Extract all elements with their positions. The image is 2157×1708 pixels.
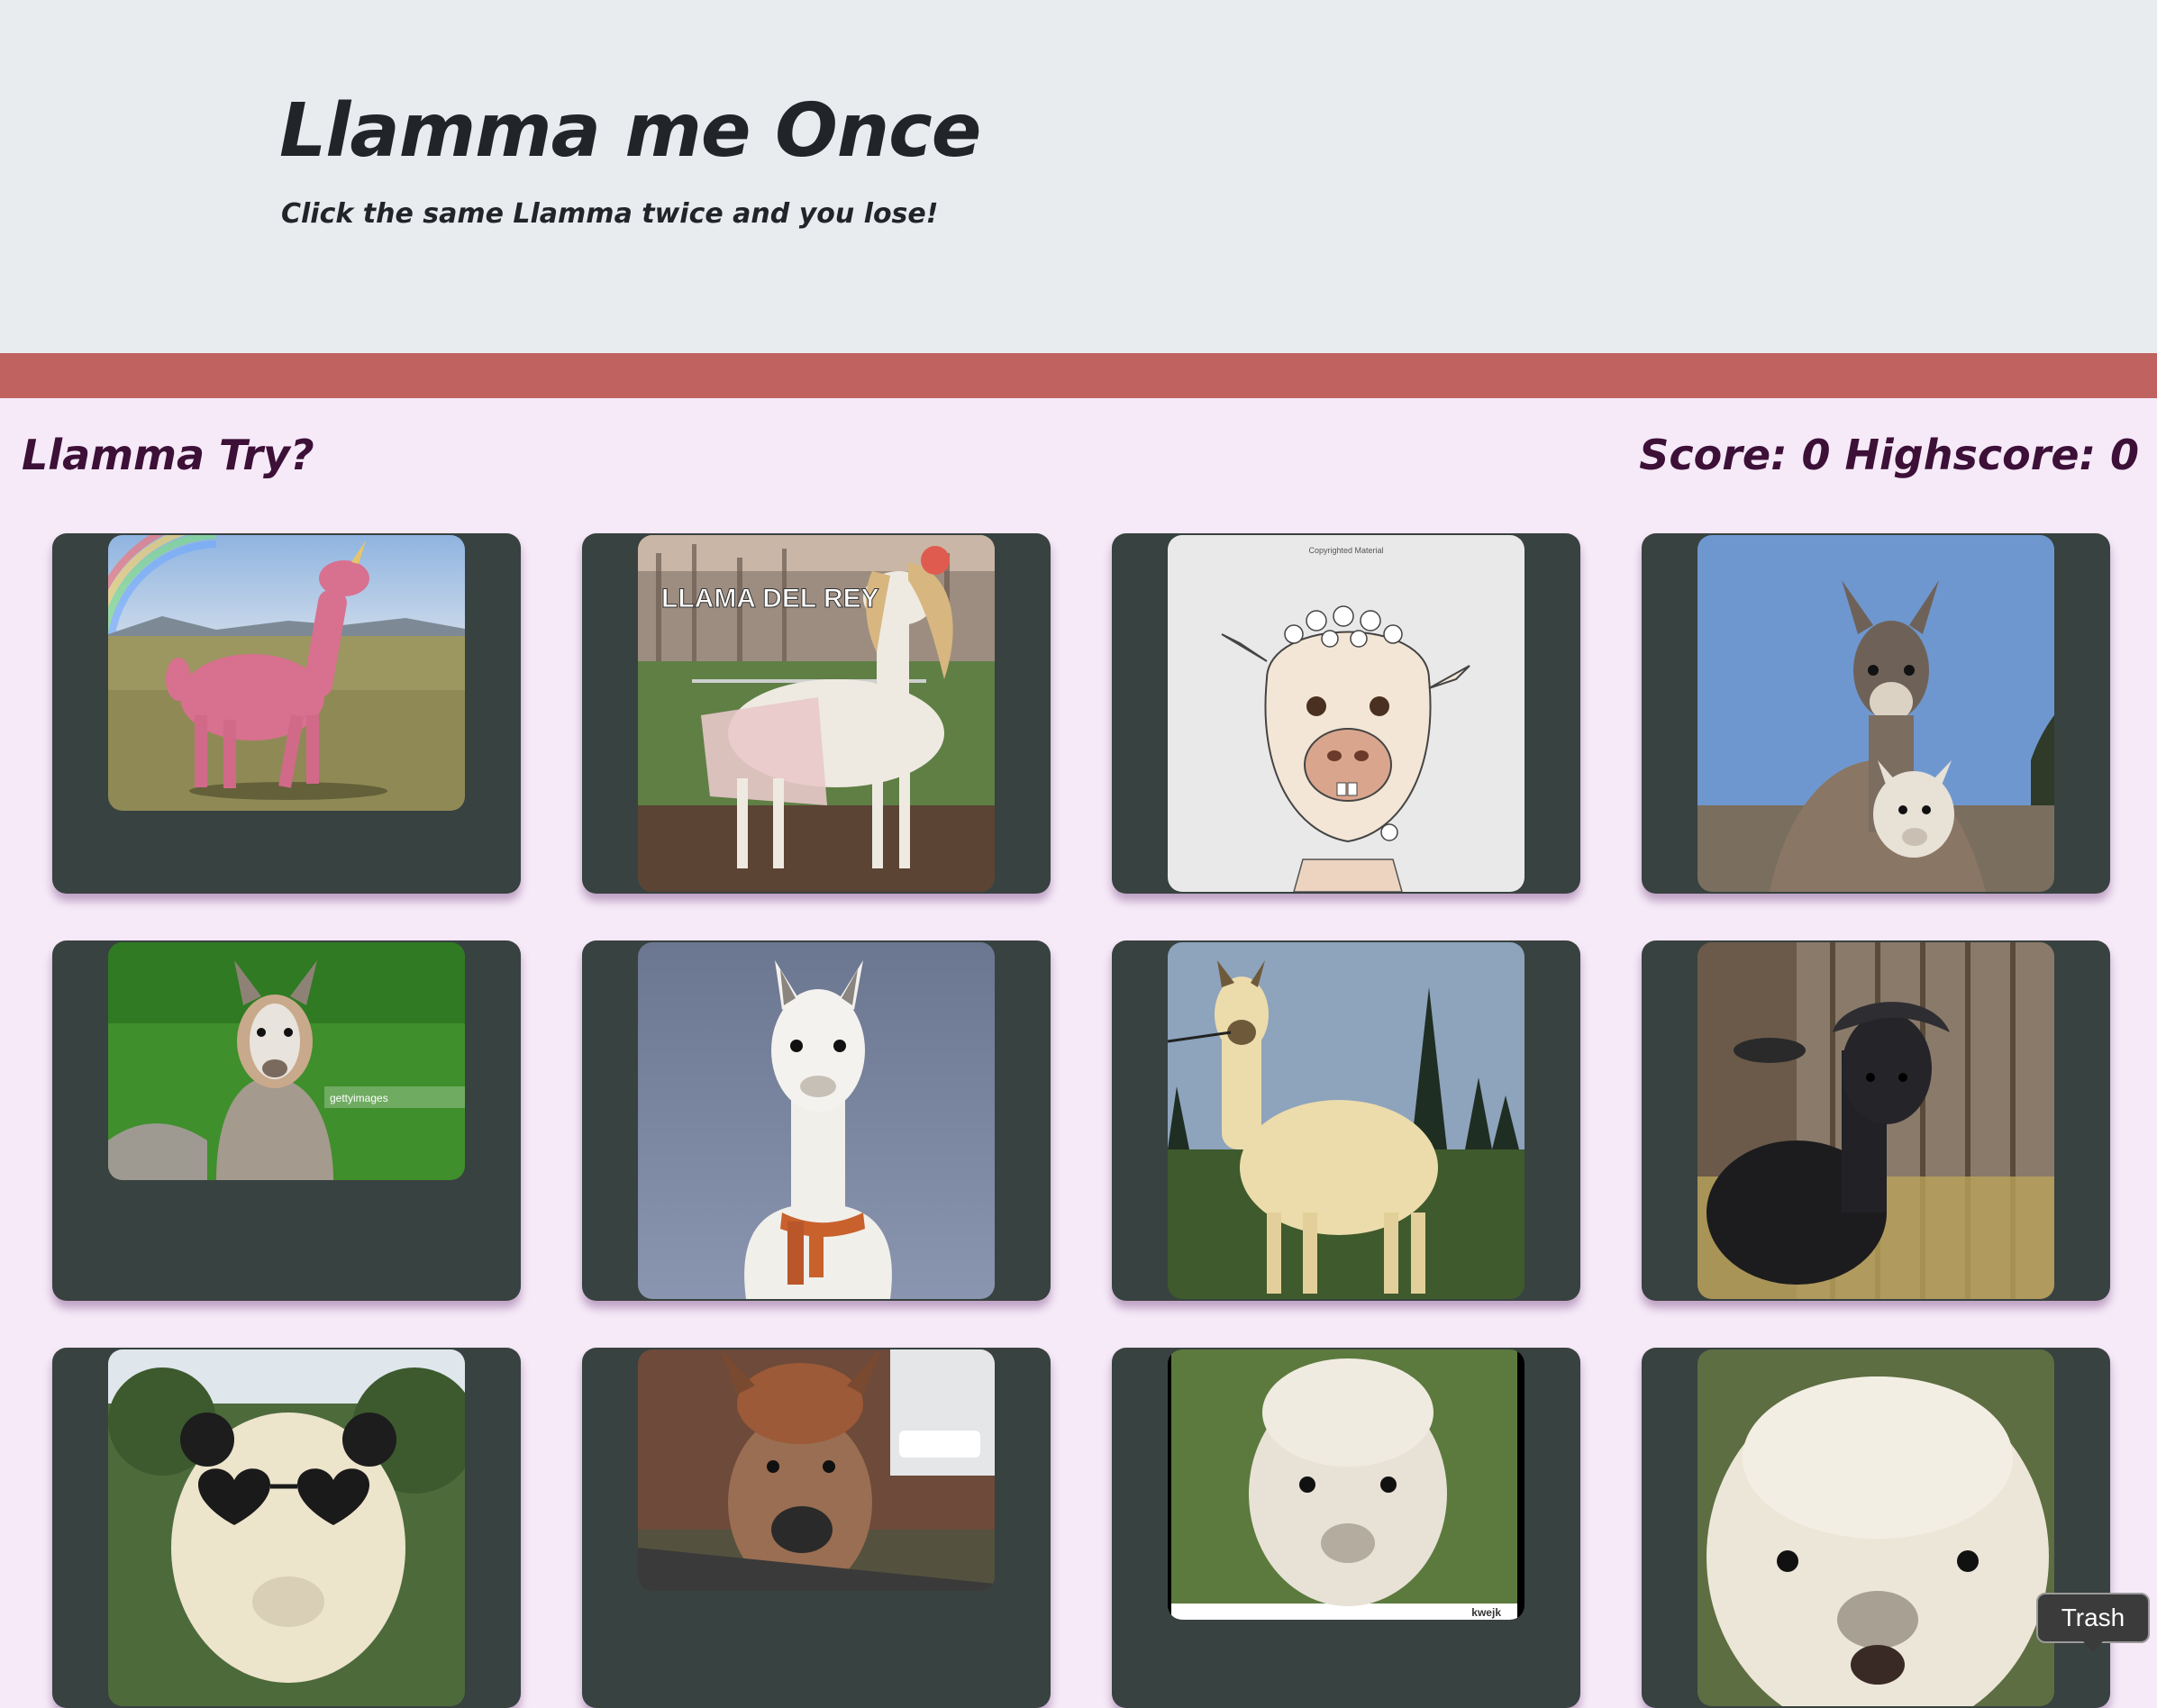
llama-card[interactable] xyxy=(582,940,1051,1301)
llama-image[interactable]: Copyrighted Material xyxy=(1168,535,1524,892)
llama-card[interactable] xyxy=(52,1348,521,1708)
sunglasses-alpaca-image xyxy=(108,1349,465,1706)
llama-card[interactable] xyxy=(1112,940,1580,1301)
kwejk-caption: kwejk xyxy=(1471,1606,1501,1619)
white-alpaca-image: kwejk xyxy=(1168,1349,1524,1620)
llama-image[interactable] xyxy=(108,1349,465,1706)
llama-image[interactable] xyxy=(108,535,465,811)
llama-card[interactable] xyxy=(1642,1348,2110,1708)
getty-caption: gettyimages xyxy=(330,1092,388,1104)
cream-llama-image xyxy=(1168,942,1524,1299)
llama-image[interactable]: gettyimages xyxy=(108,942,465,1180)
llama-card[interactable] xyxy=(1642,940,2110,1301)
jumbotron: Llamma me Once Click the same Llamma twi… xyxy=(0,0,2157,353)
llama-image[interactable] xyxy=(1168,942,1524,1299)
llama-image[interactable] xyxy=(1697,1349,2054,1706)
brown-alpaca-image xyxy=(638,1349,995,1591)
llama-card[interactable]: Copyrighted Material xyxy=(1112,533,1580,894)
pink-llama-image xyxy=(108,535,465,811)
two-llamas-image xyxy=(1697,535,2054,892)
llama-image[interactable]: kwejk xyxy=(1168,1349,1524,1620)
llama-image[interactable] xyxy=(638,1349,995,1591)
score-display: Score: 0 Highscore: 0 xyxy=(1639,431,2139,479)
drawn-llama-image: Copyrighted Material xyxy=(1168,535,1524,892)
fluffy-alpaca-image xyxy=(1697,1349,2054,1706)
llama-image[interactable]: LLAMA DEL REY xyxy=(638,535,995,892)
llama-card[interactable]: kwejk xyxy=(1112,1348,1580,1708)
llama-card[interactable] xyxy=(1642,533,2110,894)
scarf-llama-image xyxy=(638,942,995,1299)
llama-card[interactable]: gettyimages xyxy=(52,940,521,1301)
llama-image[interactable] xyxy=(1697,942,2054,1299)
copyright-caption: Copyrighted Material xyxy=(1308,546,1383,555)
page-title: Llamma me Once xyxy=(279,88,981,174)
navbar-band xyxy=(0,353,2157,398)
try-text: Llamma Try? xyxy=(22,431,314,479)
llama-card[interactable]: LLAMA DEL REY xyxy=(582,533,1051,894)
llama-image[interactable] xyxy=(638,942,995,1299)
trash-tooltip: Trash xyxy=(2036,1593,2150,1652)
black-alpaca-image xyxy=(1697,942,2054,1299)
llama-del-rey-caption: LLAMA DEL REY xyxy=(661,584,879,613)
llama-del-rey-image: LLAMA DEL REY xyxy=(638,535,995,892)
grass-llama-image: gettyimages xyxy=(108,942,465,1180)
llama-card[interactable] xyxy=(582,1348,1051,1708)
page-subtitle: Click the same Llamma twice and you lose… xyxy=(281,198,939,230)
llama-image[interactable] xyxy=(1697,535,2054,892)
llama-card[interactable] xyxy=(52,533,521,894)
